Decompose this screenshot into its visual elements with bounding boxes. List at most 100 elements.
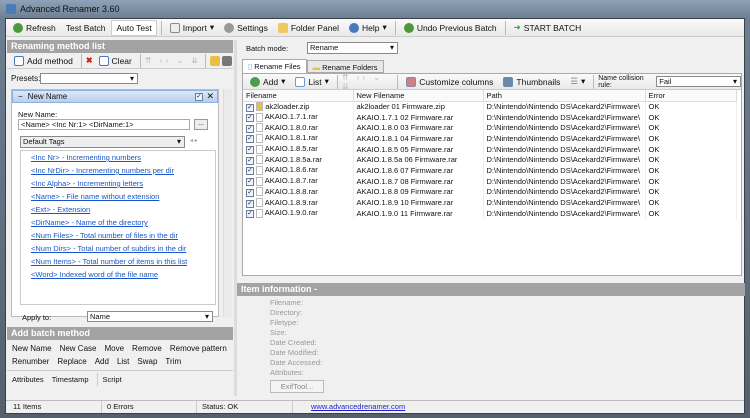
table-body: ✓ ak2loader.zip ak2loader 01 Firmware.zi… <box>243 101 737 219</box>
add-files-button[interactable]: Add ▾ <box>246 74 289 90</box>
method-list-header: Renaming method list <box>7 40 233 53</box>
thumbnails-button[interactable]: Thumbnails <box>499 74 564 90</box>
method-scrollbar[interactable] <box>223 89 232 317</box>
apply-to-select[interactable]: Name <box>87 311 213 322</box>
cell-error: OK <box>645 175 737 187</box>
browse-button[interactable]: ... <box>194 119 208 130</box>
tags-select[interactable]: Default Tags <box>20 136 185 148</box>
tag-link[interactable]: <Ext> - Extension <box>31 203 215 216</box>
arrow-right-icon: ➜ <box>513 22 521 32</box>
load-preset-icon[interactable] <box>209 55 220 66</box>
tag-link[interactable]: <DirName> - Name of the directory <box>31 216 215 229</box>
import-button[interactable]: Import ▾ <box>166 20 218 36</box>
method-script[interactable]: Script <box>96 373 122 386</box>
table-row[interactable]: ✓ AKAIO.1.8.5.rar AKAIO.1.8.5 05 Firmwar… <box>243 143 737 155</box>
col-error[interactable]: Error <box>645 90 737 102</box>
cell-error: OK <box>645 122 737 134</box>
row-checkbox[interactable]: ✓ <box>246 135 254 144</box>
method-move[interactable]: Move <box>104 342 124 355</box>
thumbnails-icon <box>503 76 514 87</box>
add-method-button[interactable]: Add method <box>10 53 77 69</box>
delete-icon[interactable]: ✖ <box>86 56 93 65</box>
method-header[interactable]: − New Name ✓ ✕ <box>12 90 218 103</box>
tag-link[interactable]: <Num Files> - Total number of files in t… <box>31 229 215 242</box>
row-checkbox[interactable]: ✓ <box>246 103 254 112</box>
row-checkbox[interactable]: ✓ <box>246 146 254 155</box>
method-trim[interactable]: Trim <box>165 355 181 368</box>
help-button[interactable]: Help ▾ <box>345 20 391 36</box>
file-icon <box>256 144 264 154</box>
collapse-icon[interactable]: − <box>18 92 23 101</box>
tag-link[interactable]: <Inc NrDir> - Incrementing numbers per d… <box>31 164 215 177</box>
exiftool-button[interactable]: ExifTool... <box>270 380 324 393</box>
row-checkbox[interactable]: ✓ <box>246 156 254 165</box>
row-checkbox[interactable]: ✓ <box>246 210 254 219</box>
table-row[interactable]: ✓ ak2loader.zip ak2loader 01 Firmware.zi… <box>243 101 737 112</box>
batch-mode-select[interactable]: Rename <box>307 42 398 54</box>
table-row[interactable]: ✓ AKAIO.1.8.6.rar AKAIO.1.8.6 07 Firmwar… <box>243 165 737 176</box>
folder-panel-button[interactable]: Folder Panel <box>274 20 343 36</box>
table-row[interactable]: ✓ AKAIO.1.8.7.rar AKAIO.1.8.7 08 Firmwar… <box>243 175 737 187</box>
tag-link[interactable]: <Num Dirs> - Total number of subdirs in … <box>31 242 215 255</box>
row-checkbox[interactable]: ✓ <box>246 167 254 176</box>
filename: AKAIO.1.8.1.rar <box>264 133 318 143</box>
method-swap[interactable]: Swap <box>137 355 157 368</box>
tab-rename-folders[interactable]: ▬ Rename Folders <box>306 60 384 73</box>
settings-button[interactable]: Settings <box>220 20 272 36</box>
save-icon[interactable] <box>221 55 232 66</box>
table-row[interactable]: ✓ AKAIO.1.8.9.rar AKAIO.1.8.9 10 Firmwar… <box>243 197 737 208</box>
start-label: START BATCH <box>523 22 582 33</box>
method-add[interactable]: Add <box>95 355 109 368</box>
start-batch-button[interactable]: ➜ START BATCH <box>510 20 586 36</box>
table-row[interactable]: ✓ AKAIO.1.7.1.rar AKAIO.1.7.1 02 Firmwar… <box>243 111 737 123</box>
refresh-button[interactable]: Refresh <box>9 20 60 36</box>
table-row[interactable]: ✓ AKAIO.1.8.1.rar AKAIO.1.8.1 04 Firmwar… <box>243 133 737 144</box>
move-arrows-icon[interactable]: ⇈ ‹› ⌄ ⇊ <box>145 56 201 65</box>
tag-link[interactable]: <Inc Nr> - Incrementing numbers <box>31 151 215 164</box>
tag-link[interactable]: <Name> - File name without extension <box>31 190 215 203</box>
method-new-name[interactable]: New Name <box>12 342 52 355</box>
tag-link[interactable]: <Word> Indexed word of the file name <box>31 268 215 281</box>
col-filename[interactable]: Filename <box>243 90 354 102</box>
row-checkbox[interactable]: ✓ <box>246 178 254 187</box>
tags-nav-icon[interactable]: ◂ ▸ <box>190 137 198 144</box>
method-renumber[interactable]: Renumber <box>12 355 49 368</box>
method-new-case[interactable]: New Case <box>60 342 97 355</box>
tag-link[interactable]: <Inc Alpha> - Incrementing letters <box>31 177 215 190</box>
method-remove-pattern[interactable]: Remove pattern <box>170 342 227 355</box>
method-remove[interactable]: Remove <box>132 342 162 355</box>
table-row[interactable]: ✓ AKAIO.1.8.5a.rar AKAIO.1.8.5a 06 Firmw… <box>243 154 737 166</box>
collision-select[interactable]: Fail <box>656 76 741 87</box>
col-path[interactable]: Path <box>483 90 646 102</box>
cell-error: OK <box>645 197 737 208</box>
cell-filename: ✓ AKAIO.1.8.8.rar <box>243 186 354 198</box>
table-row[interactable]: ✓ AKAIO.1.8.8.rar AKAIO.1.8.8 09 Firmwar… <box>243 186 737 198</box>
new-name-input[interactable]: <Name> <Inc Nr:1> <DirName:1> <box>18 119 190 130</box>
test-batch-button[interactable]: Test Batch <box>62 20 110 36</box>
tag-link[interactable]: <Num Items> - Total number of items in t… <box>31 255 215 268</box>
method-attributes[interactable]: Attributes <box>12 373 44 386</box>
clear-button[interactable]: Clear <box>95 53 136 69</box>
customize-columns-button[interactable]: Customize columns <box>402 74 497 90</box>
method-replace[interactable]: Replace <box>57 355 86 368</box>
tab-rename-files[interactable]: ▯ Rename Files <box>242 59 307 73</box>
table-row[interactable]: ✓ AKAIO.1.9.0.rar AKAIO.1.9.0 11 Firmwar… <box>243 207 737 219</box>
undo-batch-button[interactable]: Undo Previous Batch <box>400 20 501 36</box>
row-checkbox[interactable]: ✓ <box>246 124 254 133</box>
method-enabled-checkbox[interactable]: ✓ <box>195 93 203 101</box>
close-icon[interactable]: ✕ <box>206 91 214 102</box>
items-count: 11 Items <box>13 402 42 411</box>
method-list[interactable]: List <box>117 355 129 368</box>
col-new-filename[interactable]: New Filename <box>353 90 484 102</box>
view-button[interactable]: ☰ ▾ <box>566 74 589 90</box>
website-link[interactable]: www.advancedrenamer.com <box>292 401 405 413</box>
row-checkbox[interactable]: ✓ <box>246 188 254 197</box>
presets-select[interactable] <box>40 73 138 84</box>
row-checkbox[interactable]: ✓ <box>246 114 254 123</box>
move-arrows-icon[interactable]: ⇈ ‹› ⌄ ⇊ <box>342 73 393 91</box>
table-row[interactable]: ✓ AKAIO.1.8.0.rar AKAIO.1.8.0 03 Firmwar… <box>243 122 737 134</box>
method-timestamp[interactable]: Timestamp <box>52 373 89 386</box>
list-button[interactable]: List ▾ <box>291 74 333 90</box>
row-checkbox[interactable]: ✓ <box>246 199 254 208</box>
auto-test-toggle[interactable]: Auto Test <box>111 19 157 36</box>
